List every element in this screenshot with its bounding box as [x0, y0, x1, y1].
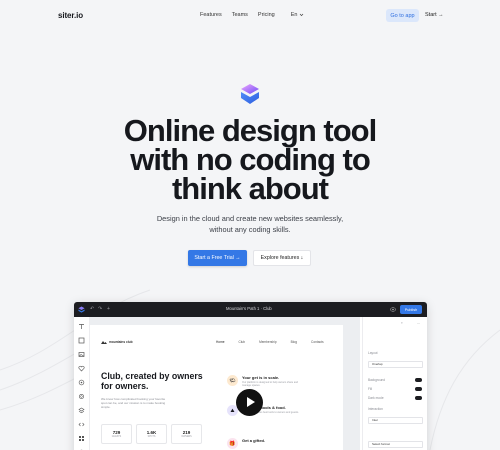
- document-title[interactable]: Mountain's Path 1 · Club: [226, 306, 272, 311]
- top-navbar: siter.io Features Teams Pricing En Go to…: [0, 0, 500, 32]
- code-tool-icon[interactable]: [78, 421, 85, 428]
- stat-card: 219 OWNERS: [171, 424, 202, 444]
- site-stats: 729 GUESTS 1.6K SPOTS 219 OWNERS: [101, 424, 202, 444]
- stat-label: GUESTS: [111, 436, 122, 438]
- heart-tool-icon[interactable]: [78, 365, 85, 372]
- site-nav-membership[interactable]: Membership: [259, 340, 277, 344]
- stat-value: 219: [182, 430, 191, 435]
- panel-layout-label: Layout: [368, 351, 378, 355]
- feature-desc: Our platform is designed to help owners …: [242, 381, 299, 388]
- format-select[interactable]: Select format: [368, 441, 423, 448]
- dark-mode-toggle[interactable]: [415, 396, 422, 400]
- undo-icon[interactable]: ↶: [90, 306, 94, 312]
- tools-sidebar: [74, 317, 90, 450]
- feature-title: Your get is in scale.: [242, 375, 280, 380]
- subtext-line-1: Design in the cloud and create new websi…: [156, 214, 344, 223]
- panel-section-fill: Fill: [368, 387, 373, 391]
- text-tool-icon[interactable]: [78, 323, 85, 330]
- publish-button[interactable]: Publish: [400, 305, 422, 314]
- nav-link-pricing[interactable]: Pricing: [258, 12, 275, 18]
- editor-titlebar: ↶ ↷ + Mountain's Path 1 · Club Publish: [74, 302, 427, 317]
- site-logo-text: mountains club: [109, 340, 133, 344]
- fill-toggle[interactable]: [415, 387, 422, 391]
- nav-link-features[interactable]: Features: [200, 12, 222, 18]
- redo-icon[interactable]: ↷: [98, 306, 102, 312]
- stat-card: 1.6K SPOTS: [136, 424, 167, 444]
- feature-item: 🌤 Your get is in scale. Our platform is …: [227, 375, 302, 388]
- site-nav: Home Club Membership Blog Contacts: [216, 340, 324, 344]
- frame-tool-icon[interactable]: [78, 337, 85, 344]
- chevron-down-icon: [300, 13, 304, 17]
- gift-icon: 🎁: [227, 438, 238, 449]
- start-free-trial-button[interactable]: Start a Free Trial →: [188, 250, 247, 266]
- mountain-logo-icon: [101, 341, 107, 344]
- grid-tool-icon[interactable]: [78, 435, 85, 442]
- play-video-button[interactable]: [236, 389, 263, 416]
- stat-label: OWNERS: [181, 436, 192, 438]
- site-nav-club[interactable]: Club: [239, 340, 246, 344]
- panel-more-icon[interactable]: ⋯: [417, 321, 420, 325]
- panel-section-background: Background: [368, 378, 386, 382]
- site-nav-blog[interactable]: Blog: [291, 340, 297, 344]
- overlap-field[interactable]: Overlap: [368, 361, 423, 368]
- site-nav-contacts[interactable]: Contacts: [311, 340, 324, 344]
- language-select[interactable]: En: [291, 12, 305, 18]
- feature-title: Get a gifted.: [242, 438, 266, 443]
- properties-panel: ⌖ ⋯ Layout Overlap Background Fill Dark …: [362, 317, 427, 450]
- preview-eye-icon[interactable]: [390, 307, 396, 312]
- headline-line-2: with no coding to: [130, 142, 371, 177]
- font-select[interactable]: Inter: [368, 417, 423, 424]
- image-tool-icon[interactable]: [78, 351, 85, 358]
- settings-tool-icon[interactable]: [78, 393, 85, 400]
- hero-subtext: Design in the cloud and create new websi…: [0, 213, 500, 235]
- nav-links: Features Teams Pricing En: [200, 12, 304, 18]
- panel-section-dark: Dark mode: [368, 396, 384, 400]
- hero-headline: Online design tool with no coding to thi…: [0, 113, 500, 206]
- brand-logo[interactable]: siter.io: [58, 11, 83, 20]
- stat-value: 1.6K: [146, 430, 157, 435]
- stat-card: 729 GUESTS: [101, 424, 132, 444]
- app-logo-icon: [78, 306, 85, 313]
- panel-section-interaction: Interaction: [368, 407, 383, 411]
- target-tool-icon[interactable]: [78, 379, 85, 386]
- explore-features-button[interactable]: Explore features ↓: [253, 250, 311, 266]
- layers-logo-icon: [241, 84, 259, 104]
- background-toggle[interactable]: [415, 378, 422, 382]
- site-page-preview[interactable]: mountains club Home Club Membership Blog…: [90, 325, 343, 450]
- headline-line-3: think about: [171, 171, 329, 206]
- site-logo: mountains club: [101, 340, 133, 344]
- nav-link-teams[interactable]: Teams: [232, 12, 248, 18]
- language-label: En: [290, 12, 298, 18]
- feature-item: 🎁 Get a gifted.: [227, 438, 265, 449]
- layers-tool-icon[interactable]: [78, 407, 85, 414]
- site-hero-description: We know how complicated booking your fav…: [101, 397, 166, 409]
- add-icon[interactable]: +: [107, 306, 110, 312]
- stat-value: 729: [112, 430, 121, 435]
- go-to-app-button[interactable]: Go to app: [386, 9, 419, 22]
- subtext-line-2: without any coding skills.: [209, 225, 291, 234]
- sun-icon: 🌤: [227, 375, 238, 386]
- panel-pointer-icon[interactable]: ⌖: [401, 321, 403, 325]
- headline-line-1: Online design tool: [123, 113, 377, 148]
- site-hero-title: Club, created by owners for owners.: [101, 371, 203, 391]
- site-nav-home[interactable]: Home: [216, 340, 225, 344]
- stat-label: SPOTS: [147, 436, 156, 438]
- start-link[interactable]: Start →: [425, 12, 444, 18]
